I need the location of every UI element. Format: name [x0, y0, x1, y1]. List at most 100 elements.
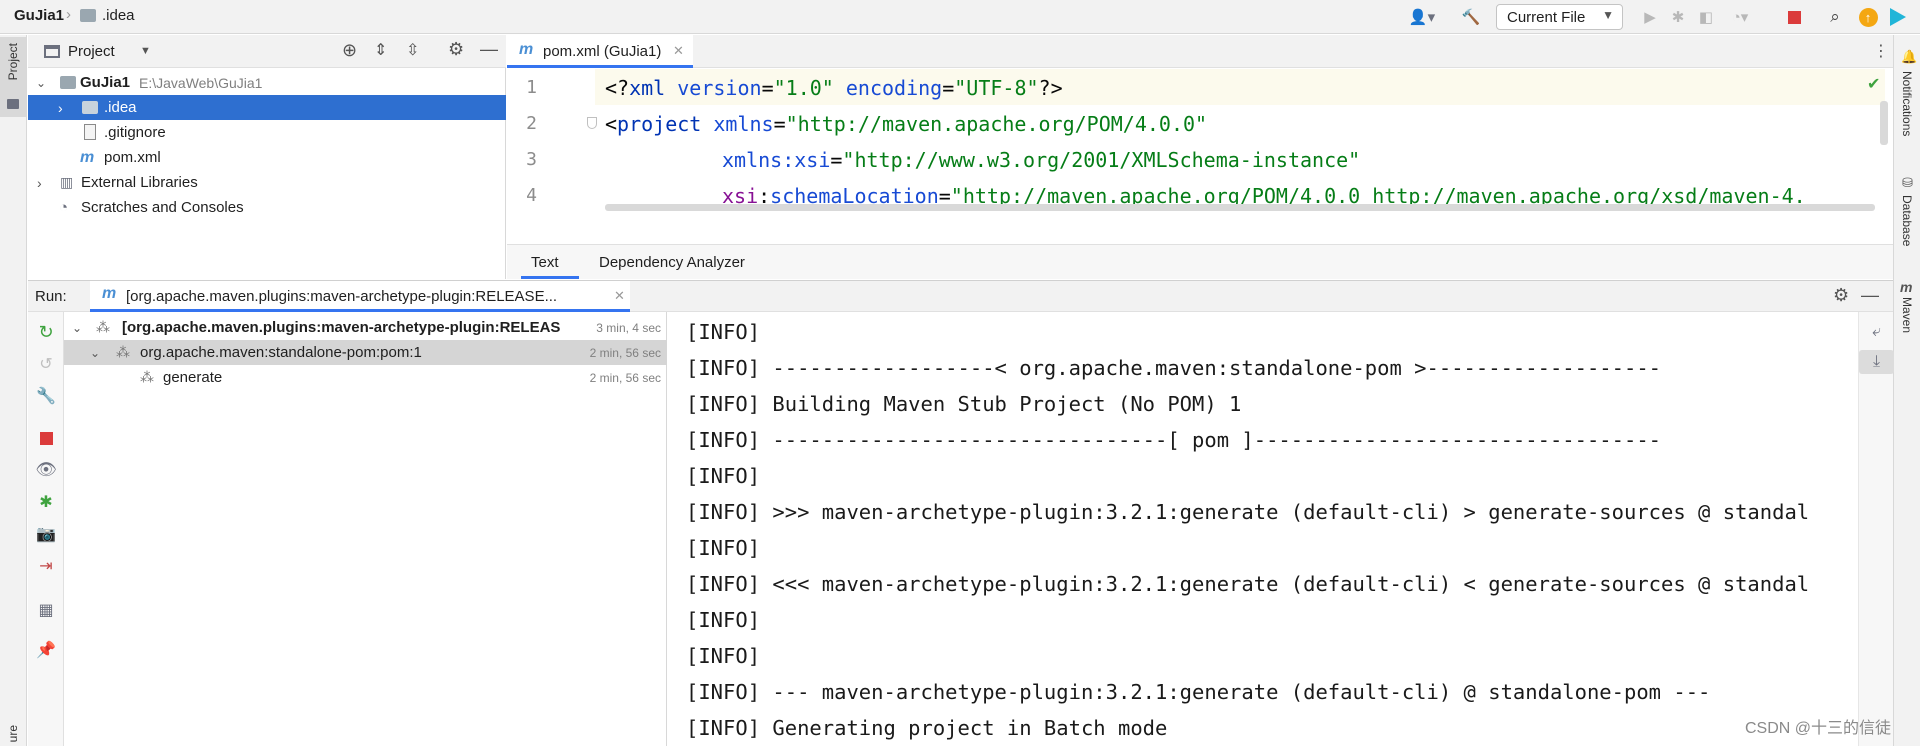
rerun-failed-icon[interactable]: ↺	[28, 352, 64, 376]
editor-vertical-scrollbar[interactable]	[1880, 101, 1888, 145]
tab-pom-xml-label: pom.xml (GuJia1)	[543, 43, 662, 60]
folder-icon	[7, 99, 19, 109]
code-line-3: xmlns:xsi="http://www.w3.org/2001/XMLSch…	[722, 148, 1361, 172]
maven-file-icon: m	[519, 41, 534, 58]
chevron-down-icon[interactable]: ▼	[140, 45, 151, 57]
console-line: [INFO] Generating project in Batch mode	[686, 716, 1168, 740]
chevron-down-icon: ⌄	[36, 75, 47, 90]
pin-icon[interactable]: 📌	[28, 638, 64, 662]
build-hammer-icon[interactable]: 🔨	[1458, 5, 1484, 29]
tree-item-root-label: GuJia1	[80, 74, 131, 91]
line-number: 3	[526, 149, 537, 170]
tab-dependency-analyzer-label: Dependency Analyzer	[599, 254, 745, 271]
scroll-to-end-icon[interactable]: ⤓	[1859, 350, 1894, 374]
tab-dependency-analyzer[interactable]: Dependency Analyzer	[587, 245, 767, 279]
tree-item-pom[interactable]: m pom.xml	[28, 145, 506, 170]
collapse-all-icon[interactable]: ⇳	[406, 40, 419, 60]
gear-icon[interactable]: ⚙	[448, 39, 464, 60]
wrench-icon[interactable]: 🔧	[28, 384, 64, 408]
code-editor[interactable]: 1 2 3 4 <?xml version="1.0" encoding="UT…	[507, 69, 1893, 211]
gear-icon[interactable]: ⚙	[1833, 285, 1849, 306]
structure-tool-label[interactable]: ure	[6, 725, 20, 742]
project-panel: Project ▼ ⊕ ⇕ ⇳ ⚙ — ⌄ GuJia1 E:\JavaWeb\…	[28, 35, 506, 279]
toolbox-icon[interactable]	[1886, 5, 1910, 29]
more-icon[interactable]: ⋮	[1873, 41, 1889, 61]
spinner-icon: ⁂	[96, 319, 110, 335]
editor-tab-bar: m pom.xml (GuJia1) ✕ ⋮	[507, 35, 1893, 68]
line-number: 4	[526, 185, 537, 206]
title-toolbar: GuJia1 › .idea 👤▾ 🔨 Current File ▼ ▶ ✱ ◧…	[0, 0, 1920, 34]
notifications-tool-label[interactable]: Notifications	[1900, 71, 1914, 136]
update-icon[interactable]: ↑	[1856, 5, 1880, 29]
run-tree-item-time: 2 min, 56 sec	[589, 370, 661, 385]
editor-horizontal-scrollbar[interactable]	[605, 204, 1875, 211]
line-number: 2	[526, 113, 537, 134]
console-line: [INFO]	[686, 464, 761, 488]
run-tree-item-time: 3 min, 4 sec	[596, 320, 661, 335]
tree-item-root-path: E:\JavaWeb\GuJia1	[139, 74, 263, 91]
project-tool-button[interactable]: Project	[0, 37, 26, 117]
run-tree-item[interactable]: ⁂ generate 2 min, 56 sec	[64, 365, 667, 390]
tree-item-scratches[interactable]: ◔ Scratches and Consoles	[28, 195, 506, 220]
tab-text[interactable]: Text	[521, 245, 579, 279]
search-icon[interactable]: ⌕	[1822, 5, 1848, 29]
tree-item-scratches-label: Scratches and Consoles	[81, 199, 244, 216]
debug-bug-icon[interactable]: ✱	[28, 490, 64, 514]
project-panel-header: Project ▼ ⊕ ⇕ ⇳ ⚙ —	[28, 35, 506, 68]
breadcrumb-project[interactable]: GuJia1	[14, 7, 64, 24]
console-output[interactable]: [INFO] [INFO] ------------------< org.ap…	[668, 312, 1858, 746]
chevron-right-icon: ›	[37, 174, 42, 191]
profile-icon[interactable]: ◔▾	[1722, 5, 1758, 29]
rerun-icon[interactable]: ↻	[28, 320, 64, 344]
eye-icon[interactable]: 👁	[28, 458, 64, 482]
tab-pom-xml[interactable]: m pom.xml (GuJia1) ✕	[507, 35, 693, 68]
database-tool-label[interactable]: Database	[1900, 195, 1914, 246]
run-tab-label: [org.apache.maven.plugins:maven-archetyp…	[126, 288, 558, 305]
chevron-down-icon: ⌄	[90, 345, 101, 360]
locate-icon[interactable]: ⊕	[342, 40, 357, 61]
expand-all-icon[interactable]: ⇕	[374, 40, 387, 60]
stop-icon[interactable]	[1782, 5, 1806, 29]
close-icon[interactable]: ✕	[673, 43, 684, 59]
tree-item-gitignore[interactable]: .gitignore	[28, 120, 506, 145]
camera-icon[interactable]: 📷	[28, 522, 64, 546]
project-view-title[interactable]: Project	[68, 43, 115, 60]
breadcrumb-folder[interactable]: .idea	[102, 7, 135, 24]
debug-icon[interactable]: ✱	[1666, 5, 1690, 29]
notifications-bell-icon: 🔔	[1901, 49, 1918, 64]
user-icon[interactable]: 👤▾	[1406, 5, 1438, 29]
line-gutter: 1 2 3 4	[507, 69, 597, 211]
maven-tool-label[interactable]: Maven	[1900, 297, 1914, 333]
close-icon[interactable]: ✕	[614, 288, 625, 304]
console-line: [INFO] >>> maven-archetype-plugin:3.2.1:…	[686, 500, 1810, 524]
run-label: Run:	[35, 288, 67, 305]
left-tool-stripe: Project ure	[0, 35, 27, 746]
layout-icon[interactable]: ▦	[28, 598, 64, 622]
minimize-icon[interactable]: —	[480, 39, 498, 60]
library-icon: ▥	[60, 174, 74, 190]
run-tree-item-time: 2 min, 56 sec	[589, 345, 661, 360]
tree-item-root[interactable]: ⌄ GuJia1 E:\JavaWeb\GuJia1	[28, 70, 506, 95]
run-tab[interactable]: m [org.apache.maven.plugins:maven-archet…	[90, 281, 630, 312]
inspection-ok-icon[interactable]: ✔	[1867, 74, 1880, 94]
chevron-right-icon: ›	[58, 99, 63, 116]
run-icon[interactable]: ▶	[1638, 5, 1662, 29]
code-line-1: <?xml version="1.0" encoding="UTF-8"?>	[605, 76, 1063, 100]
tree-item-external-libraries[interactable]: › ▥ External Libraries	[28, 170, 506, 195]
fold-marker-icon[interactable]	[587, 117, 597, 129]
stop-icon[interactable]	[28, 426, 64, 450]
run-tree-item[interactable]: ⌄ ⁂ org.apache.maven:standalone-pom:pom:…	[64, 340, 667, 365]
spinner-icon: ⁂	[116, 344, 130, 360]
run-config-select[interactable]: Current File ▼	[1496, 4, 1623, 30]
run-tree-item-label: generate	[163, 369, 223, 386]
run-config-label: Current File	[1507, 8, 1586, 26]
coverage-icon[interactable]: ◧	[1694, 5, 1718, 29]
soft-wrap-icon[interactable]: ⤶	[1859, 320, 1894, 344]
project-tool-label: Project	[6, 43, 20, 81]
console-line: [INFO] Building Maven Stub Project (No P…	[686, 392, 1242, 416]
tree-item-idea[interactable]: › .idea	[28, 95, 506, 120]
minimize-icon[interactable]: —	[1861, 285, 1879, 306]
run-tree-item[interactable]: ⌄ ⁂ [org.apache.maven.plugins:maven-arch…	[64, 315, 667, 340]
run-side-toolbar: ↻ ↺ 🔧 👁 ✱ 📷 ⇥ ▦ 📌	[28, 312, 64, 746]
exit-icon[interactable]: ⇥	[28, 554, 64, 578]
